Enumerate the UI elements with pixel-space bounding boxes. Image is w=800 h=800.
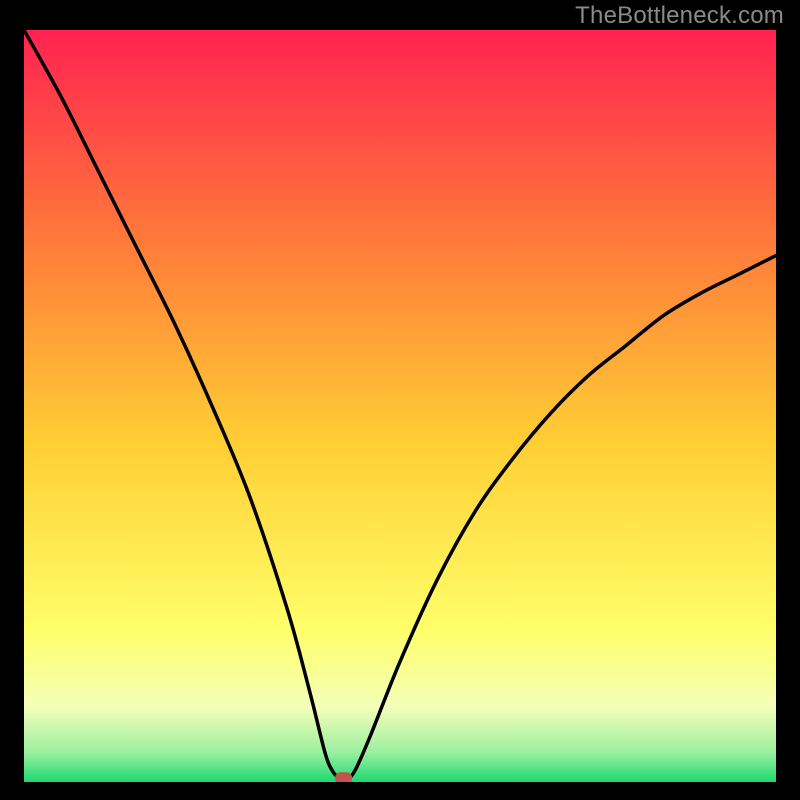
chart-frame: TheBottleneck.com bbox=[0, 0, 800, 800]
optimal-point-marker bbox=[336, 773, 352, 782]
watermark-label: TheBottleneck.com bbox=[575, 2, 784, 30]
bottleneck-chart bbox=[24, 30, 776, 782]
chart-background bbox=[24, 30, 776, 782]
